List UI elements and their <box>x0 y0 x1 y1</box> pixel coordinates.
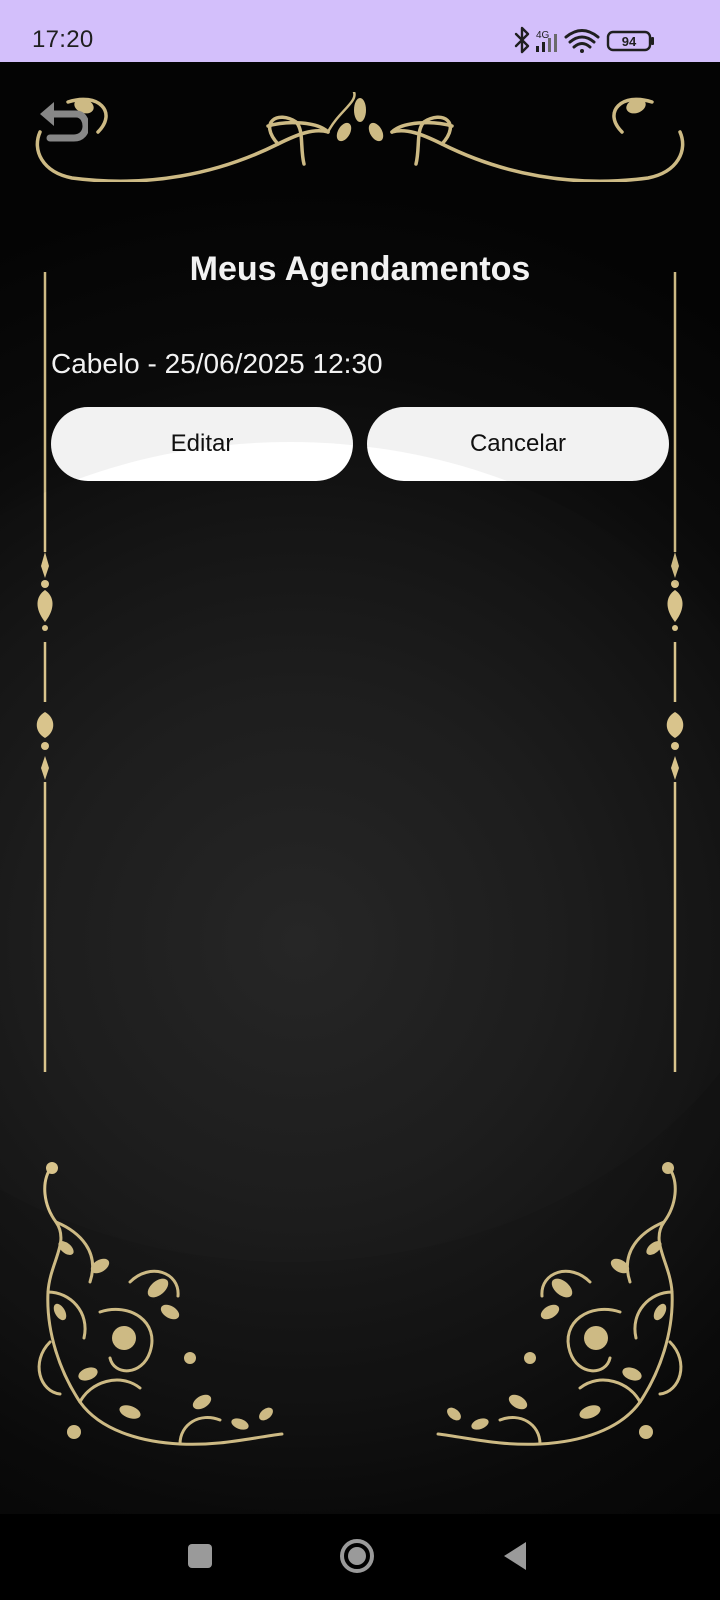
edit-button[interactable]: Editar <box>51 407 353 481</box>
status-time: 17:20 <box>32 26 94 53</box>
back-icon <box>504 1542 526 1570</box>
home-icon <box>340 1539 374 1573</box>
network-type-label: 4G <box>536 30 550 41</box>
navigation-bar <box>0 1514 720 1600</box>
left-border-ornament <box>36 272 54 1072</box>
recent-apps-button[interactable] <box>180 1536 220 1576</box>
wifi-icon <box>564 29 600 53</box>
bottom-right-floral-ornament <box>436 1162 683 1446</box>
home-button[interactable] <box>337 1536 377 1576</box>
recent-apps-icon <box>188 1544 212 1568</box>
app-screen: Meus Agendamentos Cabelo - 25/06/2025 12… <box>0 62 720 1514</box>
bluetooth-icon <box>514 26 530 54</box>
right-border-ornament <box>666 272 684 1072</box>
appointment-text: Cabelo - 25/06/2025 12:30 <box>51 348 383 379</box>
page-title: Meus Agendamentos <box>189 250 531 288</box>
undo-arrow-icon <box>40 102 90 142</box>
status-bar: 17:20 4G 94 <box>0 0 720 62</box>
back-button[interactable] <box>36 96 90 146</box>
nav-back-button[interactable] <box>496 1536 536 1576</box>
status-icon-group: 4G 94 <box>514 26 654 54</box>
bottom-left-floral-ornament <box>37 1162 284 1446</box>
top-ornament <box>35 92 685 182</box>
cancel-button[interactable]: Cancelar <box>367 407 669 481</box>
battery-level: 94 <box>622 34 637 49</box>
status-icons: 4G 94 <box>512 26 672 56</box>
